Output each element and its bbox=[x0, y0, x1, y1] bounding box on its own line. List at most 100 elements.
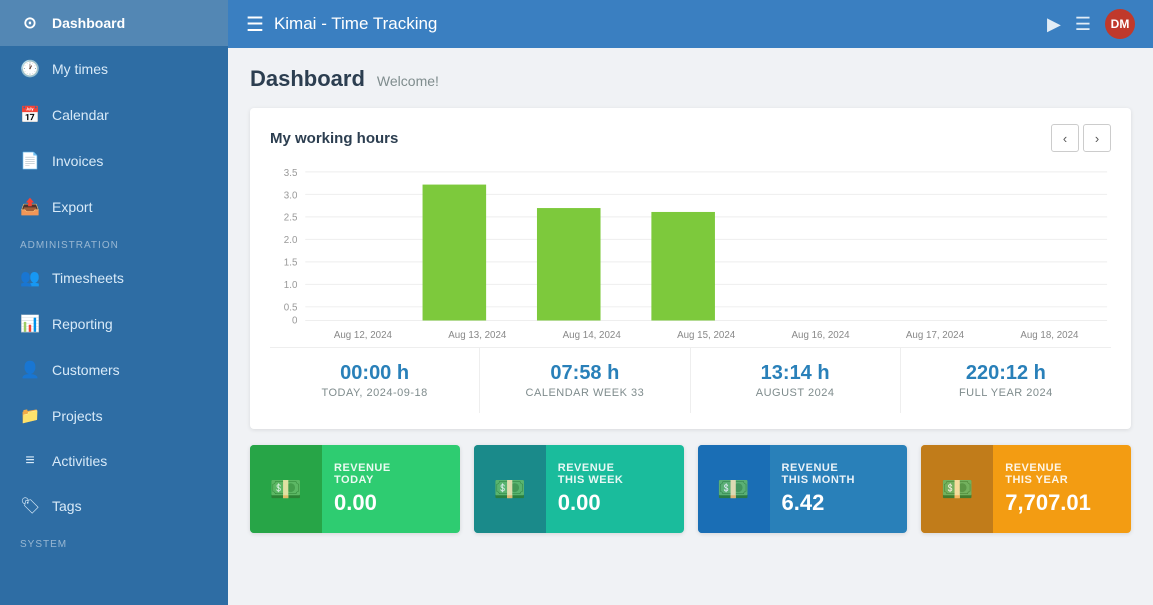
revenue-label-week: REVENUETHIS WEEK bbox=[558, 462, 672, 486]
svg-text:Aug 17, 2024: Aug 17, 2024 bbox=[906, 330, 965, 341]
calendar-icon: 📅 bbox=[20, 105, 40, 125]
play-icon[interactable]: ▶ bbox=[1047, 14, 1061, 35]
sidebar-item-export[interactable]: 📤 Export bbox=[0, 184, 228, 230]
svg-text:Aug 15, 2024: Aug 15, 2024 bbox=[677, 330, 736, 341]
revenue-value-month: 6.42 bbox=[782, 490, 896, 516]
sidebar-item-calendar[interactable]: 📅 Calendar bbox=[0, 92, 228, 138]
revenue-icon-month: 💵 bbox=[698, 445, 770, 533]
timesheets-icon: 👥 bbox=[20, 268, 40, 288]
next-arrow-button[interactable]: › bbox=[1083, 124, 1111, 152]
brand-subtitle: - Time Tracking bbox=[321, 14, 437, 33]
revenue-value-week: 0.00 bbox=[558, 490, 672, 516]
stat-item: 00:00 h TODAY, 2024-09-18 bbox=[270, 348, 480, 413]
money-icon: 💵 bbox=[270, 474, 302, 505]
sidebar-item-label: Reporting bbox=[52, 316, 113, 332]
stat-label: AUGUST 2024 bbox=[701, 387, 890, 399]
reporting-icon: 📊 bbox=[20, 314, 40, 334]
bar-aug13 bbox=[423, 185, 487, 321]
bar-aug15 bbox=[651, 212, 715, 321]
sidebar-item-timesheets[interactable]: 👥 Timesheets bbox=[0, 255, 228, 301]
user-avatar[interactable]: DM bbox=[1105, 9, 1135, 39]
stat-label: CALENDAR WEEK 33 bbox=[490, 387, 679, 399]
money-icon: 💵 bbox=[941, 474, 973, 505]
working-hours-title: My working hours bbox=[270, 130, 398, 147]
working-hours-card: My working hours ‹ › 3.5 3.0 2.5 2.0 1.5… bbox=[250, 108, 1131, 429]
revenue-icon-year: 💵 bbox=[921, 445, 993, 533]
stat-label: FULL YEAR 2024 bbox=[911, 387, 1101, 399]
customers-icon: 👤 bbox=[20, 360, 40, 380]
stat-label: TODAY, 2024-09-18 bbox=[280, 387, 469, 399]
topbar-icons: ▶ ☰ DM bbox=[1047, 9, 1135, 39]
svg-text:1.5: 1.5 bbox=[284, 258, 298, 269]
revenue-row: 💵 REVENUETODAY 0.00 💵 REVENUETHIS WEEK 0… bbox=[250, 445, 1131, 533]
revenue-info-today: REVENUETODAY 0.00 bbox=[322, 452, 460, 526]
prev-arrow-button[interactable]: ‹ bbox=[1051, 124, 1079, 152]
dashboard-icon: ⊙ bbox=[20, 13, 40, 33]
stat-value: 220:12 h bbox=[911, 362, 1101, 385]
sidebar-item-label: My times bbox=[52, 61, 108, 77]
stat-item: 07:58 h CALENDAR WEEK 33 bbox=[480, 348, 690, 413]
admin-section-label: Administration bbox=[0, 230, 228, 255]
revenue-value-today: 0.00 bbox=[334, 490, 448, 516]
money-icon: 💵 bbox=[717, 474, 749, 505]
revenue-card-year: 💵 REVENUETHIS YEAR 7,707.01 bbox=[921, 445, 1131, 533]
topbar-brand: Kimai - Time Tracking bbox=[274, 14, 1037, 34]
sidebar-item-invoices[interactable]: 📄 Invoices bbox=[0, 138, 228, 184]
money-icon: 💵 bbox=[494, 474, 526, 505]
sidebar-item-projects[interactable]: 📁 Projects bbox=[0, 393, 228, 439]
stat-value: 00:00 h bbox=[280, 362, 469, 385]
stat-item: 220:12 h FULL YEAR 2024 bbox=[901, 348, 1111, 413]
revenue-label-today: REVENUETODAY bbox=[334, 462, 448, 486]
svg-text:3.5: 3.5 bbox=[284, 168, 298, 179]
tags-icon: 🏷 bbox=[20, 496, 40, 516]
activities-icon: ≡ bbox=[20, 452, 40, 470]
brand-name: Kimai bbox=[274, 14, 317, 33]
sidebar-item-customers[interactable]: 👤 Customers bbox=[0, 347, 228, 393]
sidebar-item-label: Export bbox=[52, 199, 92, 215]
svg-text:Aug 16, 2024: Aug 16, 2024 bbox=[792, 330, 851, 341]
sidebar-item-label: Invoices bbox=[52, 153, 103, 169]
page-title: Dashboard bbox=[250, 66, 365, 92]
stat-value: 13:14 h bbox=[701, 362, 890, 385]
revenue-info-week: REVENUETHIS WEEK 0.00 bbox=[546, 452, 684, 526]
list-icon[interactable]: ☰ bbox=[1075, 14, 1091, 35]
revenue-card-week: 💵 REVENUETHIS WEEK 0.00 bbox=[474, 445, 684, 533]
revenue-value-year: 7,707.01 bbox=[1005, 490, 1119, 516]
revenue-icon-week: 💵 bbox=[474, 445, 546, 533]
sidebar-item-dashboard[interactable]: ⊙ Dashboard bbox=[0, 0, 228, 46]
content-area: Dashboard Welcome! My working hours ‹ › … bbox=[228, 48, 1153, 605]
export-icon: 📤 bbox=[20, 197, 40, 217]
svg-text:Aug 12, 2024: Aug 12, 2024 bbox=[334, 330, 393, 341]
card-header: My working hours ‹ › bbox=[270, 124, 1111, 152]
sidebar-item-label: Projects bbox=[52, 408, 103, 424]
hamburger-icon[interactable]: ☰ bbox=[246, 12, 264, 37]
projects-icon: 📁 bbox=[20, 406, 40, 426]
sidebar-item-label: Timesheets bbox=[52, 270, 124, 286]
sidebar-item-my-times[interactable]: 🕐 My times bbox=[0, 46, 228, 92]
chart-nav-arrows: ‹ › bbox=[1051, 124, 1111, 152]
revenue-card-today: 💵 REVENUETODAY 0.00 bbox=[250, 445, 460, 533]
sidebar: ⊙ Dashboard🕐 My times📅 Calendar📄 Invoice… bbox=[0, 0, 228, 605]
svg-text:Aug 13, 2024: Aug 13, 2024 bbox=[448, 330, 507, 341]
revenue-label-year: REVENUETHIS YEAR bbox=[1005, 462, 1119, 486]
sidebar-item-tags[interactable]: 🏷 Tags bbox=[0, 483, 228, 529]
topbar: ☰ Kimai - Time Tracking ▶ ☰ DM bbox=[228, 0, 1153, 48]
sidebar-item-activities[interactable]: ≡ Activities bbox=[0, 439, 228, 483]
working-hours-chart: 3.5 3.0 2.5 2.0 1.5 1.0 0.5 0 bbox=[270, 162, 1111, 347]
page-header: Dashboard Welcome! bbox=[250, 66, 1131, 92]
stat-item: 13:14 h AUGUST 2024 bbox=[691, 348, 901, 413]
svg-text:2.0: 2.0 bbox=[284, 235, 298, 246]
invoices-icon: 📄 bbox=[20, 151, 40, 171]
svg-text:Aug 18, 2024: Aug 18, 2024 bbox=[1020, 330, 1079, 341]
sidebar-item-reporting[interactable]: 📊 Reporting bbox=[0, 301, 228, 347]
chart-svg: 3.5 3.0 2.5 2.0 1.5 1.0 0.5 0 bbox=[270, 162, 1111, 347]
revenue-card-month: 💵 REVENUETHIS MONTH 6.42 bbox=[698, 445, 908, 533]
sidebar-item-label: Tags bbox=[52, 498, 82, 514]
svg-text:0.5: 0.5 bbox=[284, 303, 298, 314]
stats-row: 00:00 h TODAY, 2024-09-1807:58 h CALENDA… bbox=[270, 347, 1111, 413]
sidebar-item-label: Customers bbox=[52, 362, 120, 378]
svg-text:3.0: 3.0 bbox=[284, 190, 298, 201]
revenue-info-year: REVENUETHIS YEAR 7,707.01 bbox=[993, 452, 1131, 526]
stat-value: 07:58 h bbox=[490, 362, 679, 385]
bar-aug14 bbox=[537, 208, 601, 320]
